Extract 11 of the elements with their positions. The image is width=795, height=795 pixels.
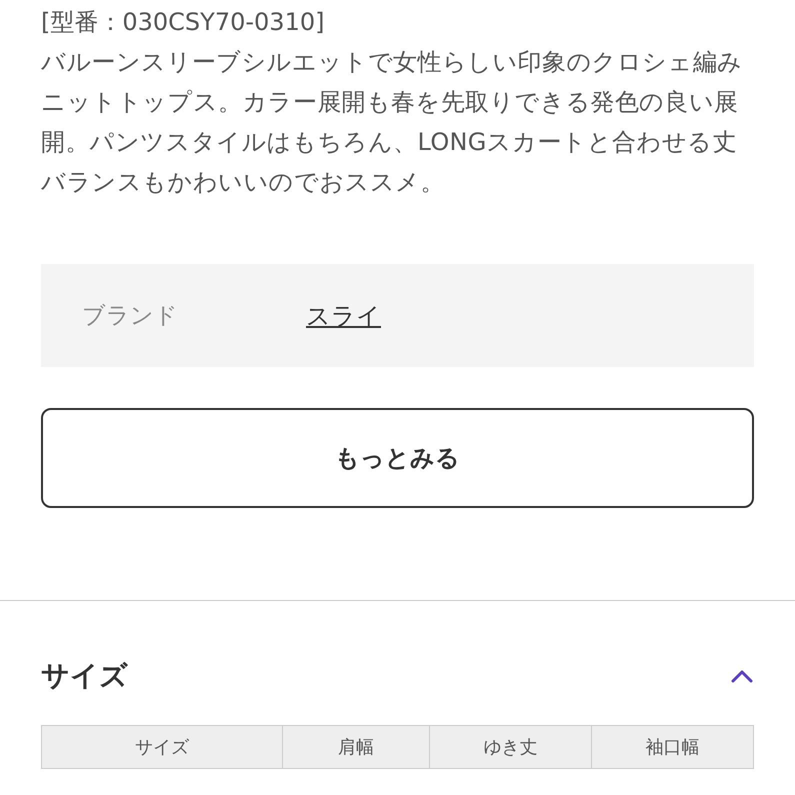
section-title: サイズ bbox=[41, 658, 128, 694]
model-number: [型番：030CSY70-0310] bbox=[41, 7, 326, 38]
brand-link[interactable]: スライ bbox=[306, 300, 381, 332]
more-button[interactable]: もっとみる bbox=[41, 408, 754, 508]
product-description: バルーンスリーブシルエットで女性らしい印象のクロシェ編みニットトップス。カラー展開も春を先取りできる発色の良い展開。パンツスタイルはもちろん、LONGスカートと合わせる丈バランスもかわいいのでおススメ。 bbox=[41, 47, 744, 198]
chevron-icon[interactable] bbox=[730, 669, 754, 683]
table-header-cell: 袖口幅 bbox=[591, 725, 754, 769]
brand-label: ブランド bbox=[82, 302, 179, 331]
table-header-cell: ゆき丈 bbox=[429, 725, 591, 769]
table-header-cell: サイズ bbox=[41, 725, 282, 769]
table-header-cell: 肩幅 bbox=[282, 725, 429, 769]
